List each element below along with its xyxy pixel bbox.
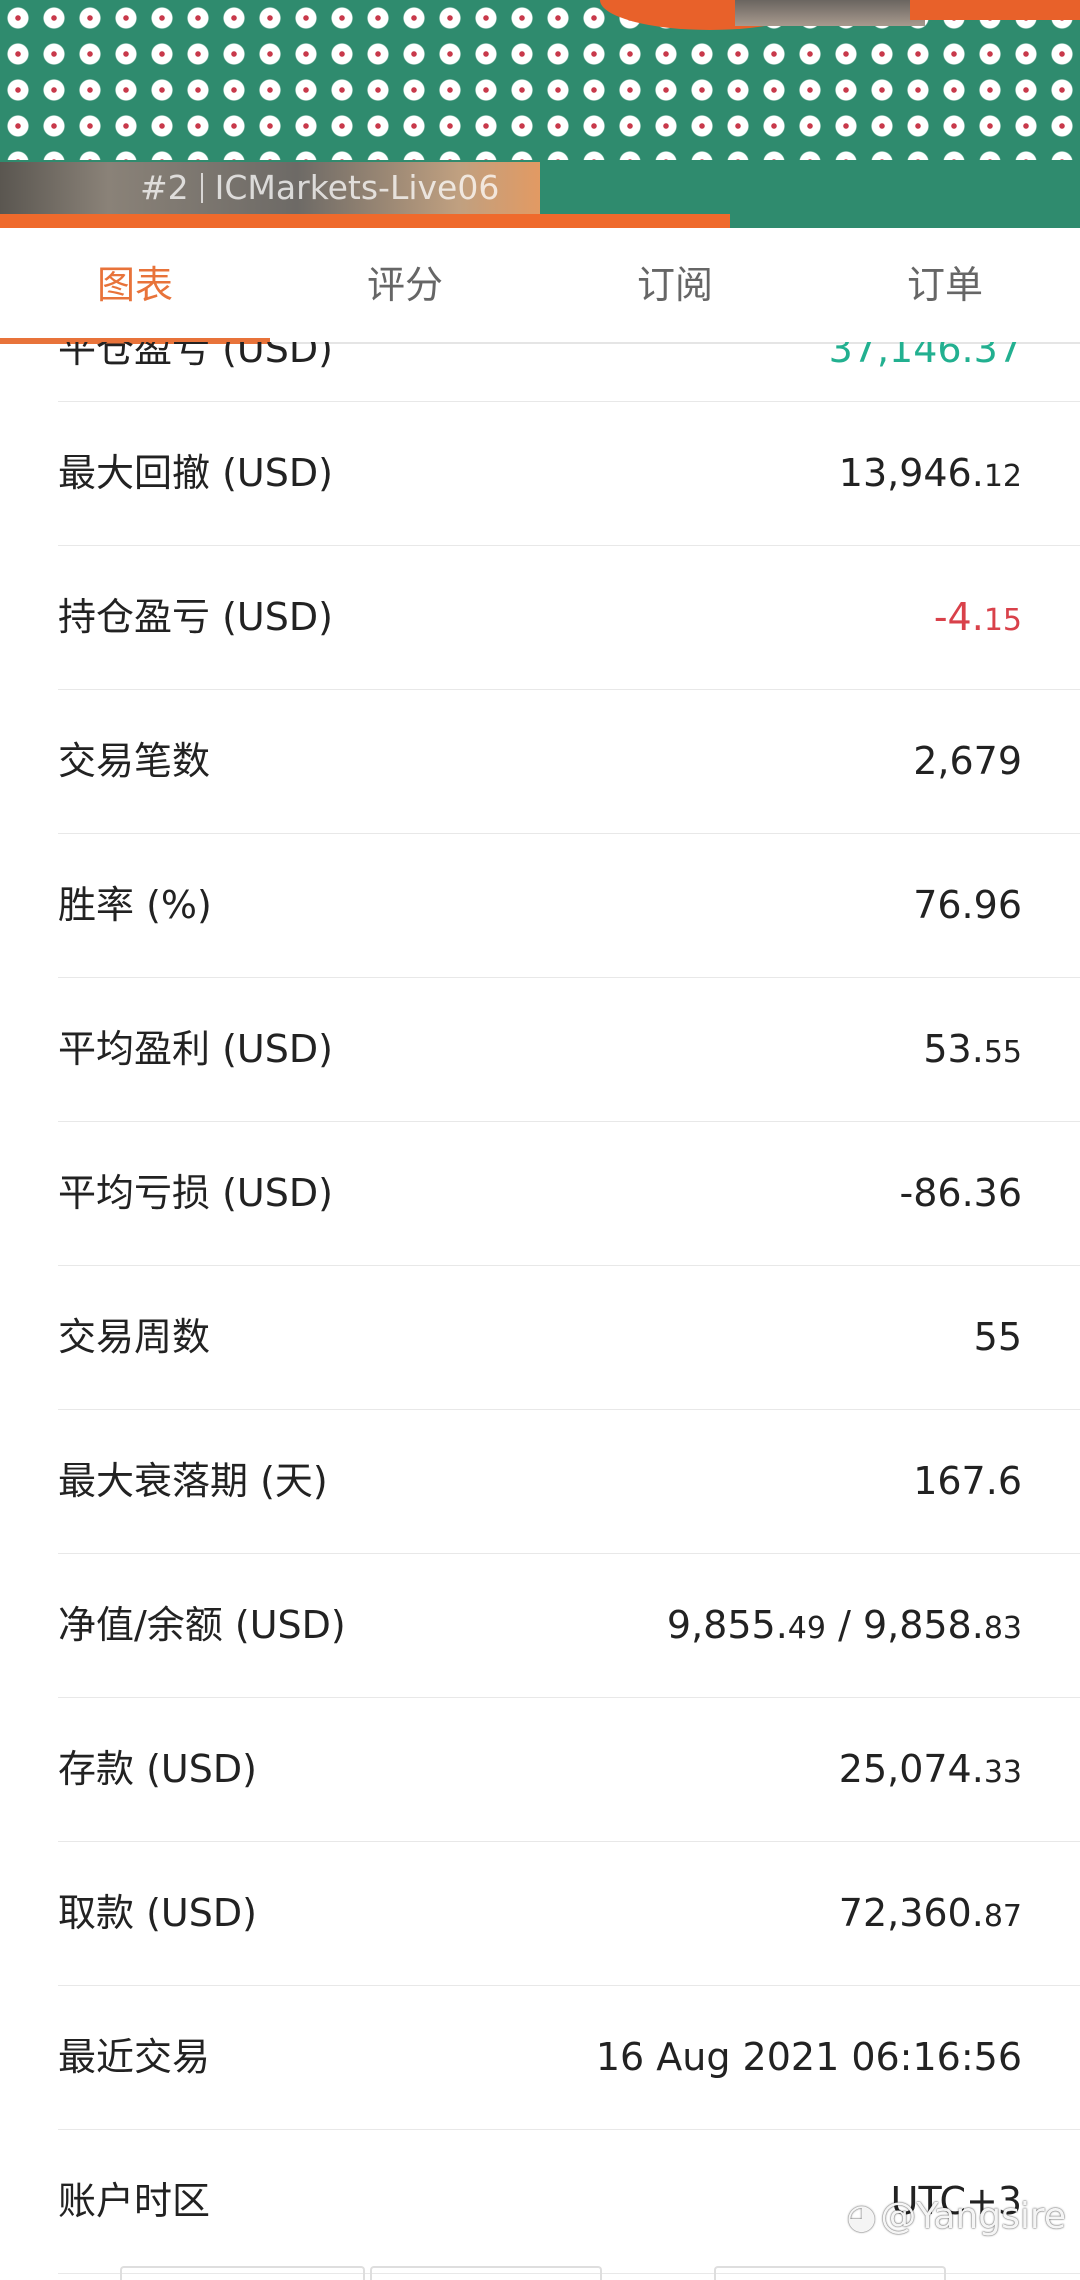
tab-bar: 图表 评分 订阅 订单 [0, 228, 1080, 344]
stat-value: 2,679 [913, 739, 1022, 783]
stat-label: 交易笔数 [58, 739, 211, 783]
stat-label: 胜率 (%) [58, 883, 212, 927]
tab-label: 评分 [366, 263, 443, 307]
stat-row-withdrawals: 取款 (USD) 72,360.87 [58, 1842, 1080, 1986]
stat-value: 55 [973, 1315, 1022, 1359]
banner-orange-band [0, 214, 730, 228]
stat-row-trades: 交易笔数 2,679 [58, 690, 1080, 834]
stat-label: 交易周数 [58, 1315, 211, 1359]
watermark: ◕ @Yangsire [847, 2196, 1066, 2237]
bottom-cards [120, 2266, 1000, 2280]
stat-row-max-drawdown: 最大回撤 (USD) 13,946.12 [58, 402, 1080, 546]
stat-row-equity-balance: 净值/余额 (USD) 9,855.49 / 9,858.83 [58, 1554, 1080, 1698]
stat-label: 平均盈利 (USD) [58, 1027, 333, 1071]
stat-row-trading-weeks: 交易周数 55 [58, 1266, 1080, 1410]
server-label: ICMarkets-Live06 [214, 168, 500, 207]
stat-value: -4.15 [933, 595, 1022, 639]
stat-label: 账户时区 [58, 2179, 211, 2223]
stat-value: 13,946.12 [838, 451, 1022, 495]
tab-label: 订阅 [636, 263, 713, 307]
stat-value: 76.96 [913, 883, 1022, 927]
bottom-card[interactable] [370, 2266, 602, 2280]
stat-label: 最近交易 [58, 2035, 211, 2079]
stat-value: 25,074.33 [838, 1747, 1022, 1791]
stat-value: 16 Aug 2021 06:16:56 [595, 2035, 1022, 2079]
stat-value: 72,360.87 [838, 1891, 1022, 1935]
tab-label: 订单 [906, 263, 983, 307]
banner-photo [735, 0, 925, 26]
stat-row-max-decline-period: 最大衰落期 (天) 167.6 [58, 1410, 1080, 1554]
tab-rating[interactable]: 评分 [270, 228, 540, 342]
stat-label: 持仓盈亏 (USD) [58, 595, 333, 639]
stat-value: 9,855.49 / 9,858.83 [666, 1603, 1022, 1647]
stat-value: -86.36 [899, 1171, 1023, 1215]
stat-label: 平仓盈亏 (USD) [58, 342, 333, 371]
stat-label: 存款 (USD) [58, 1747, 257, 1791]
account-caption: #2 ICMarkets-Live06 [140, 168, 499, 207]
stat-row-deposits: 存款 (USD) 25,074.33 [58, 1698, 1080, 1842]
stat-label: 最大回撤 (USD) [58, 451, 333, 495]
header-banner: #2 ICMarkets-Live06 [0, 0, 1080, 228]
banner-orange-shape [910, 0, 1080, 20]
stat-row-avg-loss: 平均亏损 (USD) -86.36 [58, 1122, 1080, 1266]
stat-row-win-rate: 胜率 (%) 76.96 [58, 834, 1080, 978]
stat-value: 37,146.37 [828, 342, 1022, 371]
stat-value: 167.6 [913, 1459, 1022, 1503]
stats-list[interactable]: 平仓盈亏 (USD) 37,146.37 最大回撤 (USD) 13,946.1… [0, 342, 1080, 2280]
tab-subscribe[interactable]: 订阅 [540, 228, 810, 342]
tab-chart[interactable]: 图表 [0, 228, 270, 344]
stat-row-latest-trade: 最近交易 16 Aug 2021 06:16:56 [58, 1986, 1080, 2130]
watermark-text: @Yangsire [880, 2196, 1066, 2237]
stat-label: 净值/余额 (USD) [58, 1603, 346, 1647]
rank-label: #2 [140, 168, 189, 207]
tab-label: 图表 [96, 263, 173, 307]
stat-row-avg-profit: 平均盈利 (USD) 53.55 [58, 978, 1080, 1122]
stat-label: 取款 (USD) [58, 1891, 257, 1935]
bottom-card[interactable] [120, 2266, 365, 2280]
stat-row: 平仓盈亏 (USD) 37,146.37 [58, 342, 1080, 402]
stat-label: 最大衰落期 (天) [58, 1459, 328, 1503]
tab-orders[interactable]: 订单 [810, 228, 1080, 342]
stat-row-floating-pl: 持仓盈亏 (USD) -4.15 [58, 546, 1080, 690]
stat-label: 平均亏损 (USD) [58, 1171, 333, 1215]
weibo-icon: ◕ [846, 2197, 877, 2237]
bottom-card[interactable] [714, 2266, 946, 2280]
stat-value: 53.55 [923, 1027, 1022, 1071]
caption-divider [200, 173, 203, 203]
